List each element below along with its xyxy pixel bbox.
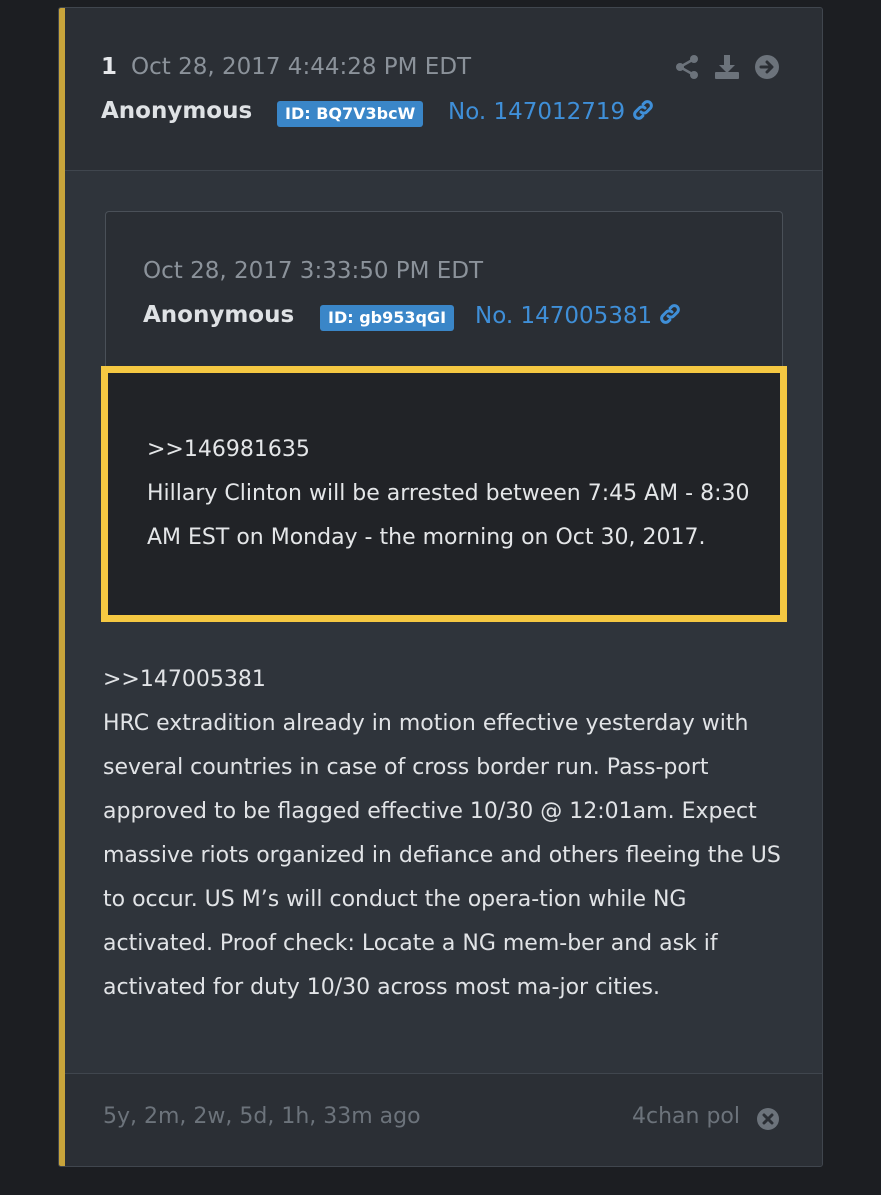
post-card: 1 Oct 28, 2017 4:44:28 PM EDT Anonymous … — [58, 7, 823, 1167]
post-number: 1 — [101, 54, 118, 80]
post-body: >>147005381 HRC extradition already in m… — [103, 658, 793, 1010]
quoted-post-header: Oct 28, 2017 3:33:50 PM EDT Anonymous ID… — [105, 211, 783, 367]
post-reply-ref[interactable]: >>147005381 — [103, 658, 793, 702]
post-number-link-text: No. 147012719 — [448, 99, 626, 125]
post-message: HRC extradition already in motion effect… — [103, 711, 781, 1000]
link-icon — [633, 100, 654, 120]
quoted-post-author: Anonymous — [143, 302, 295, 328]
link-icon — [660, 304, 681, 324]
post-footer: 5y, 2m, 2w, 5d, 1h, 33m ago 4chan pol — [65, 1073, 822, 1166]
post-accent-bar — [59, 8, 65, 1166]
quoted-post-id-badge[interactable]: ID: gb953qGI — [320, 305, 455, 331]
arrow-right-circle-icon[interactable] — [754, 54, 780, 80]
post-date: Oct 28, 2017 4:44:28 PM EDT — [131, 54, 472, 80]
quoted-post-date: Oct 28, 2017 3:33:50 PM EDT — [143, 258, 484, 284]
quoted-post-number-link[interactable]: No. 147005381 — [475, 302, 682, 329]
post-age: 5y, 2m, 2w, 5d, 1h, 33m ago — [103, 1104, 421, 1129]
post-header: 1 Oct 28, 2017 4:44:28 PM EDT Anonymous … — [65, 8, 822, 171]
download-icon[interactable] — [714, 54, 740, 80]
quoted-post-message: Hillary Clinton will be arrested between… — [147, 481, 750, 550]
post-actions — [674, 54, 780, 80]
close-icon[interactable] — [756, 1107, 780, 1131]
post-id-badge[interactable]: ID: BQ7V3bcW — [277, 101, 424, 127]
post-source: 4chan pol — [632, 1104, 740, 1129]
quoted-post-text: >>146981635 Hillary Clinton will be arre… — [147, 428, 757, 560]
quoted-post-body-highlight: >>146981635 Hillary Clinton will be arre… — [101, 366, 787, 622]
post-author: Anonymous — [101, 98, 253, 124]
post-number-link[interactable]: No. 147012719 — [448, 98, 655, 125]
share-icon[interactable] — [674, 54, 700, 80]
quoted-post-number-link-text: No. 147005381 — [475, 303, 653, 329]
quoted-post-reply-ref[interactable]: >>146981635 — [147, 428, 757, 472]
